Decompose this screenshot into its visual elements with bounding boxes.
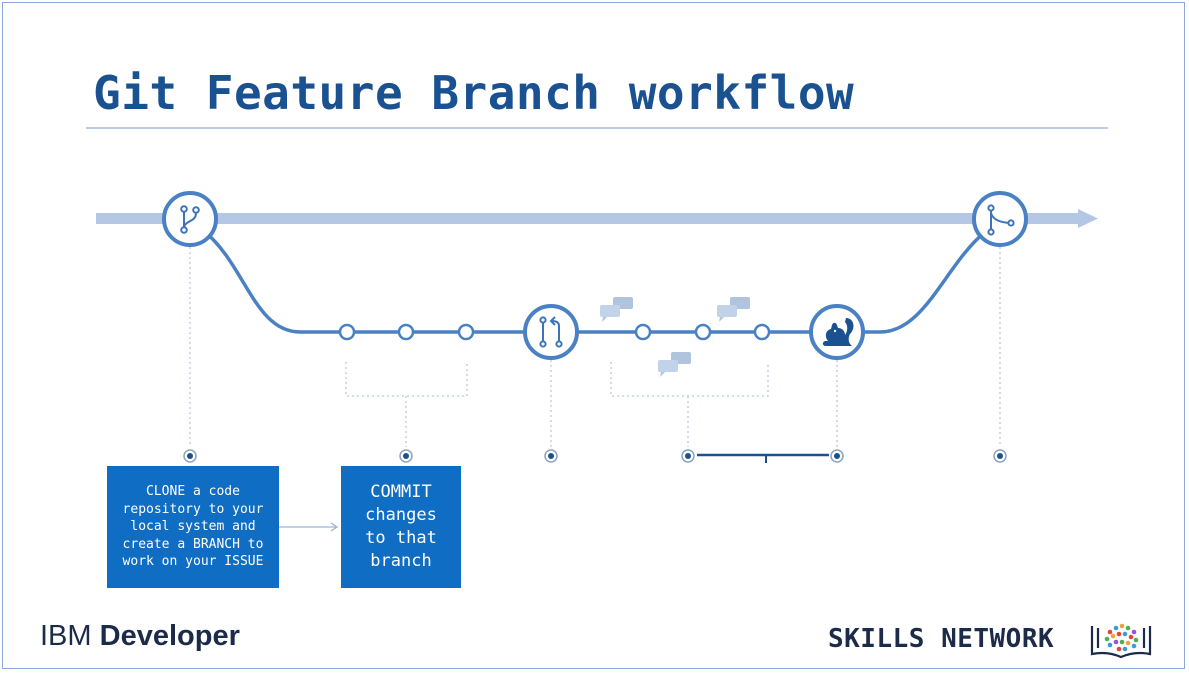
feature-branch-path bbox=[203, 230, 987, 334]
developer-logo-text: Developer bbox=[99, 620, 240, 652]
merge-icon bbox=[972, 191, 1028, 247]
main-branch-line bbox=[96, 209, 1098, 228]
ibm-developer-logo: IBM Developer bbox=[40, 620, 240, 653]
commit-dot bbox=[397, 323, 415, 341]
timeline-markers bbox=[183, 449, 1007, 463]
dotted-connectors bbox=[189, 247, 1001, 447]
pull-request-icon bbox=[523, 304, 579, 360]
box-connector-arrow bbox=[279, 522, 339, 532]
chat-bubble-icon bbox=[600, 297, 633, 322]
branch-icon bbox=[162, 191, 218, 247]
commit-dot bbox=[753, 323, 771, 341]
commit-dot bbox=[694, 323, 712, 341]
commit-dot bbox=[338, 323, 356, 341]
commit-step-box: COMMIT changes to that branch bbox=[341, 466, 461, 588]
skills-network-book-icon bbox=[1090, 623, 1152, 659]
commit-dot bbox=[457, 323, 475, 341]
chat-bubble-icon bbox=[658, 352, 691, 377]
commit-step-text: COMMIT changes to that branch bbox=[365, 482, 437, 571]
clone-step-text: CLONE a code repository to your local sy… bbox=[122, 484, 264, 570]
commit-dot bbox=[634, 323, 652, 341]
skills-network-logo-text: SKILLS NETWORK bbox=[828, 624, 1055, 654]
squirrel-icon bbox=[809, 304, 865, 360]
ibm-logo-text: IBM bbox=[40, 620, 100, 652]
clone-step-box: CLONE a code repository to your local sy… bbox=[107, 466, 279, 588]
chat-bubble-icon bbox=[717, 297, 750, 322]
